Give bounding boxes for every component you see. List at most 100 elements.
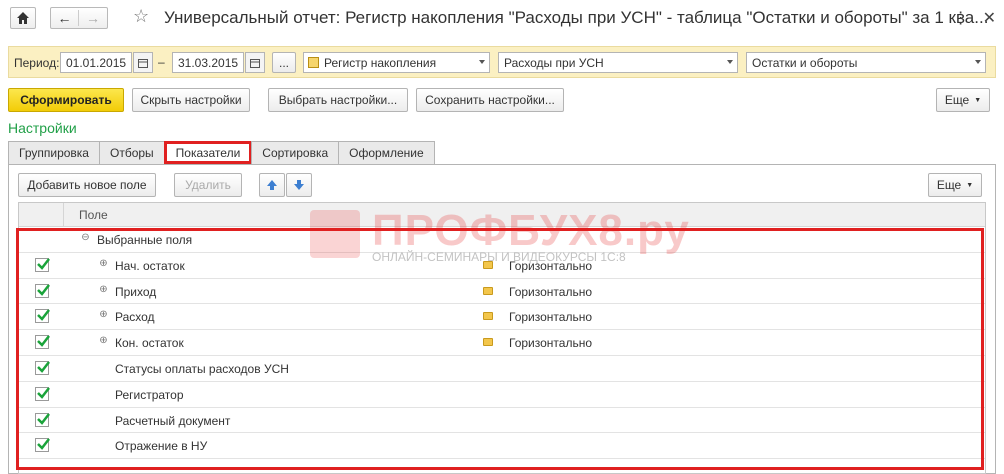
source-name-value: Расходы при УСН bbox=[504, 56, 604, 70]
period-from-field[interactable]: 01.01.2015 bbox=[60, 52, 132, 73]
add-field-button[interactable]: Добавить новое поле bbox=[18, 173, 156, 197]
hide-settings-button[interactable]: Скрыть настройки bbox=[132, 88, 250, 112]
save-settings-button[interactable]: Сохранить настройки... bbox=[416, 88, 564, 112]
checkmark-icon bbox=[37, 361, 50, 373]
expand-icon[interactable]: ⊕ bbox=[99, 336, 108, 346]
expand-icon[interactable]: ⊕ bbox=[99, 310, 108, 320]
field-grouping: Горизонтально bbox=[509, 258, 593, 273]
expand-icon[interactable]: ⊕ bbox=[99, 284, 108, 295]
window-title: Универсальный отчет: Регистр накопления … bbox=[164, 8, 989, 27]
source-name-select[interactable]: Расходы при УСН bbox=[498, 52, 738, 73]
checkmark-icon bbox=[37, 438, 50, 451]
row-checkbox[interactable] bbox=[35, 438, 50, 453]
title-bar: ← → ☆ Универсальный отчет: Регистр накоп… bbox=[0, 0, 1004, 38]
move-up-button[interactable] bbox=[259, 173, 285, 197]
delete-button[interactable]: Удалить bbox=[174, 173, 242, 197]
row-checkbox[interactable] bbox=[35, 283, 50, 298]
calendar-icon bbox=[138, 58, 148, 68]
period-dash: – bbox=[158, 55, 165, 69]
tab-appearance[interactable]: Оформление bbox=[338, 141, 435, 164]
calendar-to-button[interactable] bbox=[245, 52, 265, 73]
folder-icon bbox=[483, 260, 493, 269]
field-grouping: Горизонтально bbox=[509, 284, 593, 299]
period-more-button[interactable]: ... bbox=[272, 52, 296, 73]
row-checkbox[interactable] bbox=[35, 360, 50, 375]
tree-root-row[interactable]: ⊖ Выбранные поля bbox=[19, 227, 985, 253]
move-down-button[interactable] bbox=[286, 173, 312, 197]
table-row[interactable]: ⊕ Кон. остаток Горизонтально bbox=[19, 330, 985, 356]
row-checkbox[interactable] bbox=[35, 309, 50, 324]
period-bar: Период: 01.01.2015 – 31.03.2015 ... Реги… bbox=[8, 46, 996, 78]
table-row[interactable]: ⊕ Нач. остаток Горизонтально bbox=[19, 253, 985, 279]
field-grouping: Горизонтально bbox=[509, 336, 593, 351]
fields-more-button[interactable]: Еще ▼ bbox=[928, 173, 982, 197]
table-row[interactable]: Регистратор bbox=[19, 382, 985, 408]
grid-header: Поле bbox=[19, 203, 985, 227]
checkmark-icon bbox=[37, 283, 50, 296]
nav-buttons: ← → bbox=[50, 7, 108, 29]
table-row[interactable]: ⊕ Приход Горизонтально bbox=[19, 279, 985, 305]
more-button[interactable]: Еще ▼ bbox=[936, 88, 990, 112]
register-icon bbox=[308, 57, 319, 68]
checkmark-icon bbox=[37, 412, 50, 425]
column-divider bbox=[63, 203, 64, 227]
fields-more-label: Еще bbox=[936, 178, 962, 192]
home-icon bbox=[17, 12, 29, 24]
folder-icon bbox=[483, 286, 493, 295]
row-checkbox[interactable] bbox=[35, 412, 50, 427]
chevron-down-icon: ▼ bbox=[974, 96, 982, 104]
chevron-down-icon: ▼ bbox=[966, 181, 974, 189]
table-kind-select[interactable]: Остатки и обороты bbox=[746, 52, 986, 73]
chevron-down-icon bbox=[975, 60, 981, 64]
chevron-down-icon bbox=[479, 60, 485, 64]
tab-indicators[interactable]: Показатели bbox=[163, 141, 253, 164]
arrow-up-icon bbox=[267, 180, 277, 190]
more-label: Еще bbox=[944, 93, 970, 107]
arrow-down-icon bbox=[294, 180, 304, 190]
period-label: Период: bbox=[14, 56, 60, 70]
checkmark-icon bbox=[37, 335, 50, 348]
field-name: Регистратор bbox=[115, 387, 184, 402]
settings-tabs: Группировка Отборы Показатели Сортировка… bbox=[8, 141, 435, 164]
source-type-select[interactable]: Регистр накопления bbox=[303, 52, 490, 73]
expand-icon[interactable]: ⊕ bbox=[99, 258, 108, 269]
table-row[interactable]: Статусы оплаты расходов УСН bbox=[19, 356, 985, 382]
checkmark-icon bbox=[37, 309, 50, 322]
period-to-field[interactable]: 31.03.2015 bbox=[172, 52, 244, 73]
field-name: Статусы оплаты расходов УСН bbox=[115, 361, 289, 376]
tab-sorting[interactable]: Сортировка bbox=[251, 141, 340, 164]
table-row[interactable]: ⊕ Расход Горизонтально bbox=[19, 304, 985, 331]
table-row[interactable]: Расчетный документ bbox=[19, 408, 985, 434]
row-checkbox[interactable] bbox=[35, 257, 50, 272]
choose-settings-button[interactable]: Выбрать настройки... bbox=[268, 88, 408, 112]
field-name: Приход bbox=[115, 284, 157, 299]
star-icon[interactable]: ☆ bbox=[133, 6, 149, 27]
calendar-icon bbox=[250, 58, 260, 68]
table-row[interactable]: Отражение в НУ bbox=[19, 433, 985, 460]
field-name: Кон. остаток bbox=[115, 336, 184, 351]
calendar-from-button[interactable] bbox=[133, 52, 153, 73]
back-arrow-icon[interactable]: ← bbox=[51, 10, 79, 26]
chevron-down-icon bbox=[727, 60, 733, 64]
collapse-icon[interactable]: ⊖ bbox=[81, 233, 90, 243]
fields-grid: Поле ⊖ Выбранные поля ⊕ Нач. остаток Гориз… bbox=[18, 202, 986, 474]
field-name: Расчетный документ bbox=[115, 413, 231, 428]
row-checkbox[interactable] bbox=[35, 335, 50, 350]
field-grouping: Горизонтально bbox=[509, 310, 593, 325]
home-button[interactable] bbox=[10, 7, 36, 29]
column-header-field[interactable]: Поле bbox=[79, 208, 108, 222]
checkmark-icon bbox=[37, 258, 50, 270]
close-icon[interactable]: ✕ bbox=[983, 8, 996, 28]
field-name: Отражение в НУ bbox=[115, 439, 208, 454]
tab-grouping[interactable]: Группировка bbox=[8, 141, 100, 164]
row-checkbox[interactable] bbox=[35, 386, 50, 401]
source-type-value: Регистр накопления bbox=[324, 56, 437, 70]
checkmark-icon bbox=[37, 387, 50, 399]
tab-filters[interactable]: Отборы bbox=[98, 141, 165, 164]
generate-button[interactable]: Сформировать bbox=[8, 88, 124, 112]
forward-arrow-icon[interactable]: → bbox=[79, 10, 107, 26]
table-kind-value: Остатки и обороты bbox=[752, 56, 858, 70]
more-menu-icon[interactable]: ⋮ bbox=[953, 8, 969, 28]
field-name: Расход bbox=[115, 310, 155, 325]
tree-root-label: Выбранные поля bbox=[97, 233, 193, 247]
